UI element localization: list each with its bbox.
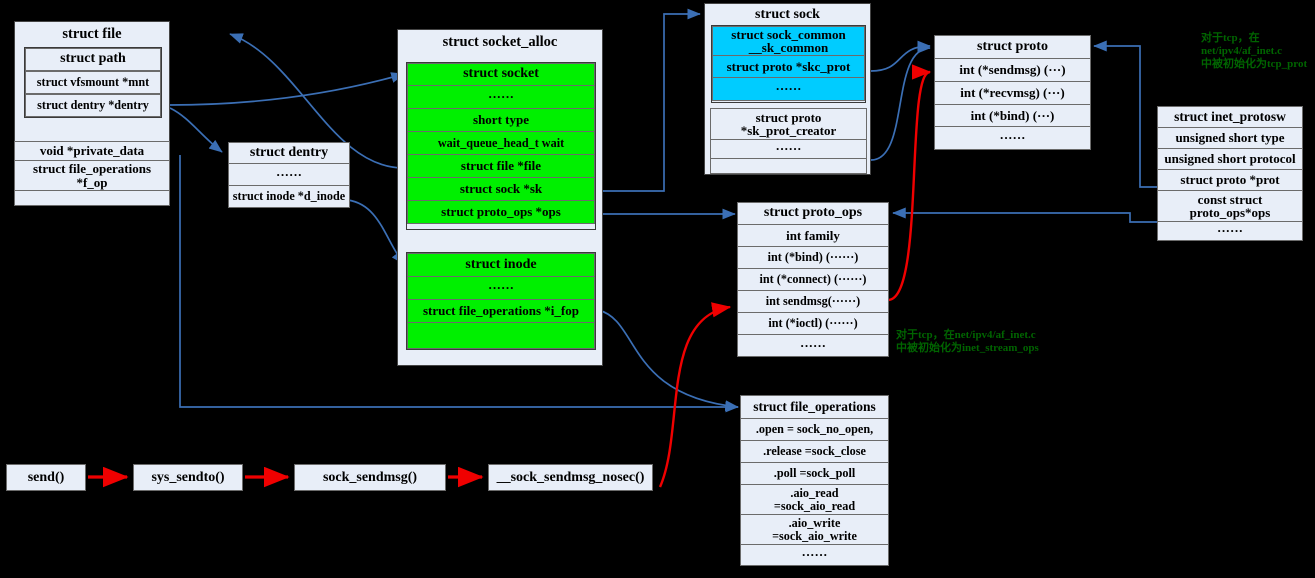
call-chain-sys-sendto[interactable]: sys_sendto() bbox=[133, 464, 243, 491]
sock-common-row: ······ bbox=[712, 77, 865, 101]
struct-inode-group: struct inode ······ struct file_operatio… bbox=[406, 252, 596, 350]
struct-socket-row-ops: struct proto_ops *ops bbox=[407, 200, 595, 224]
struct-dentry-row-d-inode: struct inode *d_inode bbox=[228, 185, 350, 208]
proto-ops-row-bind: int (*bind) (······) bbox=[737, 246, 889, 269]
file-operations-row-poll: .poll =sock_poll bbox=[740, 462, 889, 485]
struct-inode-row: ······ bbox=[407, 276, 595, 300]
struct-path-group: struct path struct vfsmount *mnt struct … bbox=[24, 47, 162, 118]
proto-ops-row-sendmsg: int sendmsg(······) bbox=[737, 290, 889, 313]
diagram-canvas: struct file struct path struct vfsmount … bbox=[0, 0, 1315, 578]
struct-socket-row-wait: wait_queue_head_t wait bbox=[407, 131, 595, 155]
file-operations-row-aio-write: .aio_write =sock_aio_write bbox=[740, 514, 889, 545]
struct-inode-row-i-fop: struct file_operations *i_fop bbox=[407, 299, 595, 323]
struct-proto-row-bind: int (*bind) (···) bbox=[934, 104, 1091, 127]
proto-ops-row: ······ bbox=[737, 334, 889, 357]
struct-dentry-row: ······ bbox=[228, 163, 350, 186]
struct-inode-title: struct inode bbox=[407, 253, 595, 277]
inet-protosw-box: struct inet_protosw unsigned short type … bbox=[1157, 106, 1303, 250]
struct-file-row-f-op: struct file_operations *f_op bbox=[14, 160, 170, 191]
note-tcp-prot: 对于tcp，在net/ipv4/af_inet.c 中被初始化为tcp_prot bbox=[1201, 32, 1308, 70]
call-chain-sock-sendmsg[interactable]: sock_sendmsg() bbox=[294, 464, 446, 491]
struct-inode-row-blank bbox=[407, 322, 595, 349]
struct-sock-box: struct sock struct sock_common __sk_comm… bbox=[704, 3, 871, 175]
struct-sock-row: ······ bbox=[710, 139, 867, 159]
struct-proto-row-sendmsg: int (*sendmsg) (···) bbox=[934, 58, 1091, 82]
struct-file-box: struct file struct path struct vfsmount … bbox=[14, 21, 170, 206]
inet-protosw-title: struct inet_protosw bbox=[1157, 106, 1303, 128]
proto-ops-box: struct proto_ops int family int (*bind) … bbox=[737, 202, 889, 364]
struct-path-title: struct path bbox=[25, 48, 161, 71]
inet-protosw-row: ······ bbox=[1157, 221, 1303, 241]
proto-ops-row-connect: int (*connect) (······) bbox=[737, 268, 889, 291]
call-chain-arrows bbox=[88, 466, 484, 488]
struct-socket-group: struct socket ······ short type wait_que… bbox=[406, 62, 596, 230]
struct-dentry-box: struct dentry ······ struct inode *d_ino… bbox=[228, 142, 350, 211]
struct-socket-title: struct socket bbox=[407, 63, 595, 86]
inet-protosw-row-type: unsigned short type bbox=[1157, 127, 1303, 149]
struct-socket-row-file: struct file *file bbox=[407, 154, 595, 178]
file-operations-row-release: .release =sock_close bbox=[740, 440, 889, 463]
file-operations-box: struct file_operations .open = sock_no_o… bbox=[740, 395, 889, 575]
inet-protosw-row-protocol: unsigned short protocol bbox=[1157, 148, 1303, 170]
inet-protosw-row-ops: const struct proto_ops*ops bbox=[1157, 190, 1303, 222]
struct-socket-row: ······ bbox=[407, 85, 595, 109]
struct-proto-box: struct proto int (*sendmsg) (···) int (*… bbox=[934, 35, 1091, 153]
call-chain-sock-sendmsg-nosec[interactable]: __sock_sendmsg_nosec() bbox=[488, 464, 653, 491]
inet-protosw-row-prot: struct proto *prot bbox=[1157, 169, 1303, 191]
struct-sock-row-prot-creator: struct proto *sk_prot_creator bbox=[710, 108, 867, 140]
struct-file-title: struct file bbox=[62, 25, 122, 42]
struct-proto-row-recvmsg: int (*recvmsg) (···) bbox=[934, 81, 1091, 105]
file-operations-row-aio-read: .aio_read =sock_aio_read bbox=[740, 484, 889, 515]
file-operations-row-open: .open = sock_no_open, bbox=[740, 418, 889, 441]
proto-ops-row-ioctl: int (*ioctl) (······) bbox=[737, 312, 889, 335]
struct-file-row-private-data: void *private_data bbox=[14, 141, 170, 161]
struct-proto-title: struct proto bbox=[934, 35, 1091, 59]
struct-file-path-row: struct vfsmount *mnt bbox=[25, 71, 161, 94]
sock-common-group: struct sock_common __sk_common struct pr… bbox=[711, 25, 866, 103]
struct-sock-row-blank bbox=[710, 158, 867, 174]
file-operations-title: struct file_operations bbox=[740, 395, 889, 419]
struct-dentry-title: struct dentry bbox=[228, 142, 350, 164]
struct-proto-row: ······ bbox=[934, 126, 1091, 150]
connector-layer bbox=[169, 8, 1157, 488]
struct-file-row-blank bbox=[14, 190, 170, 206]
socket-alloc-box: struct socket_alloc struct socket ······… bbox=[397, 29, 603, 366]
struct-socket-row-type: short type bbox=[407, 108, 595, 132]
struct-sock-title: struct sock bbox=[755, 6, 820, 22]
socket-alloc-title: struct socket_alloc bbox=[442, 33, 558, 50]
proto-ops-row-family: int family bbox=[737, 224, 889, 247]
call-chain-send[interactable]: send() bbox=[6, 464, 86, 491]
note-inet-stream-ops: 对于tcp，在net/ipv4/af_inet.c 中被初始化为inet_str… bbox=[896, 329, 1039, 354]
struct-file-path-row: struct dentry *dentry bbox=[25, 94, 161, 117]
file-operations-row: ······ bbox=[740, 544, 889, 566]
sock-common-row: struct sock_common __sk_common bbox=[712, 26, 865, 56]
sock-common-row-skc-prot: struct proto *skc_prot bbox=[712, 55, 865, 78]
proto-ops-title: struct proto_ops bbox=[737, 202, 889, 225]
struct-socket-row-sk: struct sock *sk bbox=[407, 177, 595, 201]
